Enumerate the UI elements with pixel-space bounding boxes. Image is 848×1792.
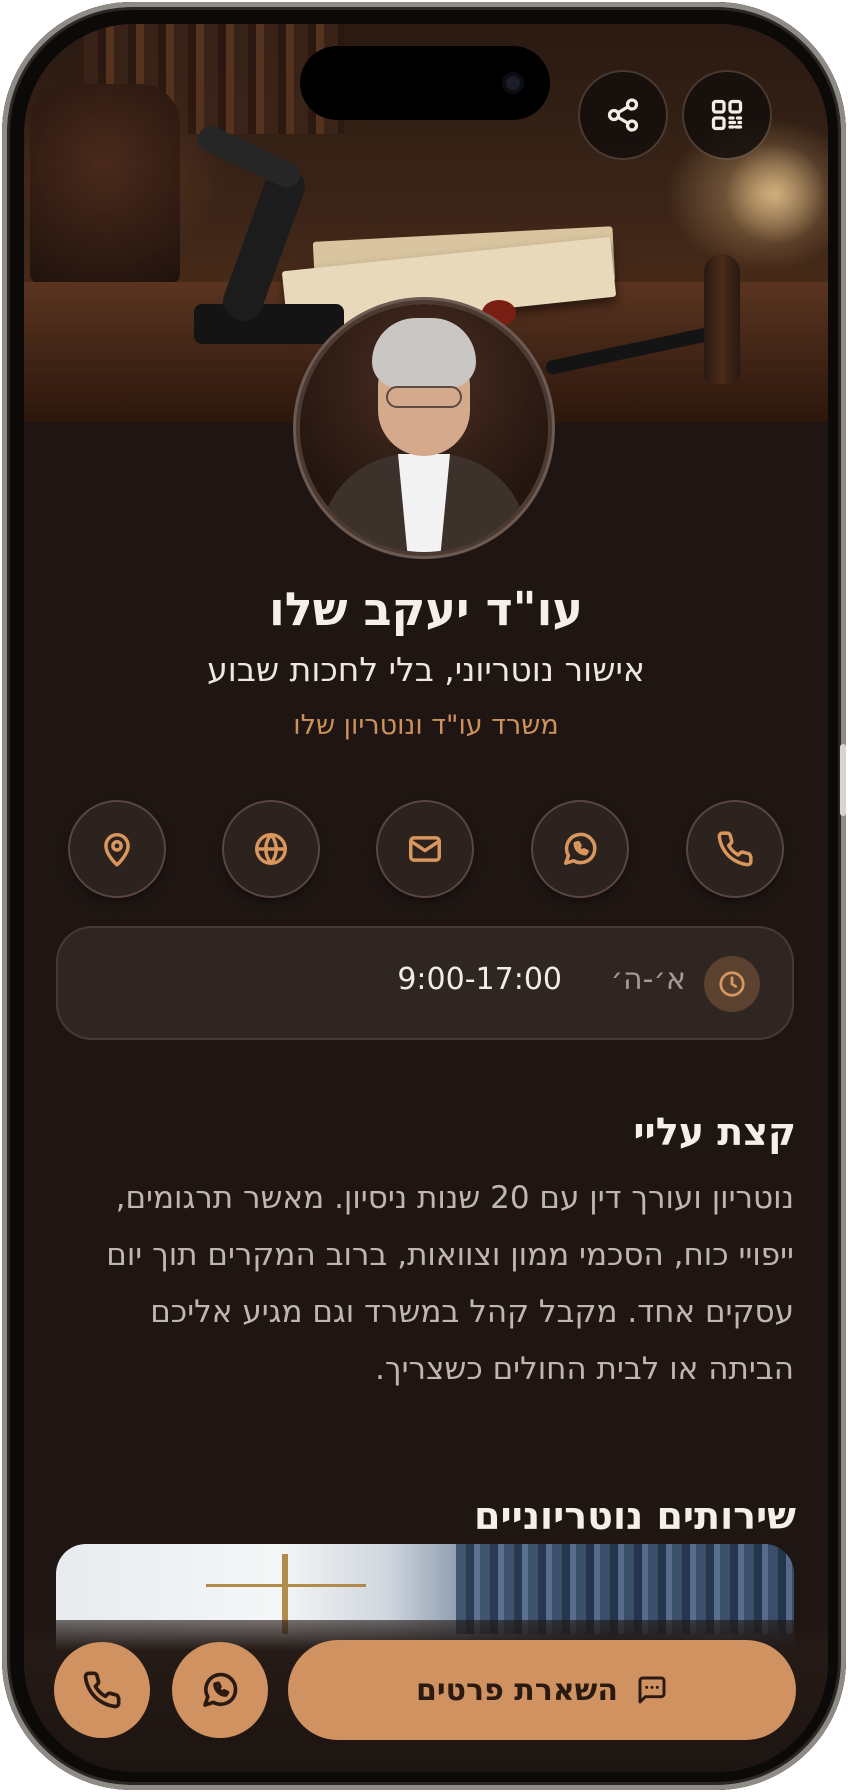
website-action-button[interactable] xyxy=(224,802,318,896)
qr-code-icon xyxy=(711,99,743,131)
leave-details-button[interactable]: השארת פרטים xyxy=(288,1640,796,1740)
bottom-whatsapp-button[interactable] xyxy=(172,1642,268,1738)
leather-chair-decoration xyxy=(30,84,180,284)
lamp-glow-decoration xyxy=(724,144,828,244)
notary-stamp-decoration xyxy=(184,121,354,344)
seal-stamp-decoration xyxy=(704,254,740,384)
services-title: שירותים נוטריוניים xyxy=(474,1494,796,1538)
opening-hours-card: א׳-ה׳ 9:00-17:00 xyxy=(56,926,794,1040)
globe-icon xyxy=(255,833,287,865)
clock-icon-badge xyxy=(704,956,760,1012)
profile-name: עו"ד יעקב שלו xyxy=(268,582,584,636)
location-action-button[interactable] xyxy=(70,802,164,896)
about-text: נוטריון ועורך דין עם 20 שנות ניסיון. מאש… xyxy=(106,1180,794,1387)
mail-icon xyxy=(409,836,441,862)
call-action-button[interactable] xyxy=(688,802,782,896)
location-pin-icon xyxy=(104,833,130,867)
leave-details-label: השארת פרטים xyxy=(415,1672,619,1708)
dynamic-island xyxy=(300,46,550,120)
email-action-button[interactable] xyxy=(378,802,472,896)
phone-icon xyxy=(717,831,753,867)
phone-frame: עו"ד יעקב שלו אישור נוטריוני, בלי לחכות … xyxy=(2,2,846,1790)
clock-icon xyxy=(719,971,745,997)
whatsapp-action-button[interactable] xyxy=(533,802,627,896)
whatsapp-icon xyxy=(564,832,597,865)
whatsapp-icon xyxy=(203,1672,238,1707)
side-button xyxy=(840,744,846,816)
screen: עו"ד יעקב שלו אישור נוטריוני, בלי לחכות … xyxy=(24,24,828,1772)
hours-days: א׳-ה׳ xyxy=(610,962,686,997)
about-title: קצת עליי xyxy=(633,1110,796,1154)
share-button[interactable] xyxy=(580,72,666,158)
hours-time: 9:00-17:00 xyxy=(397,962,562,997)
office-name: משרד עו"ד ונוטריון שלו xyxy=(293,710,559,741)
phone-icon xyxy=(83,1671,121,1709)
share-icon xyxy=(607,98,639,132)
profile-avatar xyxy=(300,304,548,552)
qr-code-button[interactable] xyxy=(684,72,770,158)
message-square-icon xyxy=(638,1676,666,1704)
bottom-call-button[interactable] xyxy=(54,1642,150,1738)
contact-actions xyxy=(68,802,782,900)
profile-tagline: אישור נוטריוני, בלי לחכות שבוע xyxy=(207,650,645,689)
